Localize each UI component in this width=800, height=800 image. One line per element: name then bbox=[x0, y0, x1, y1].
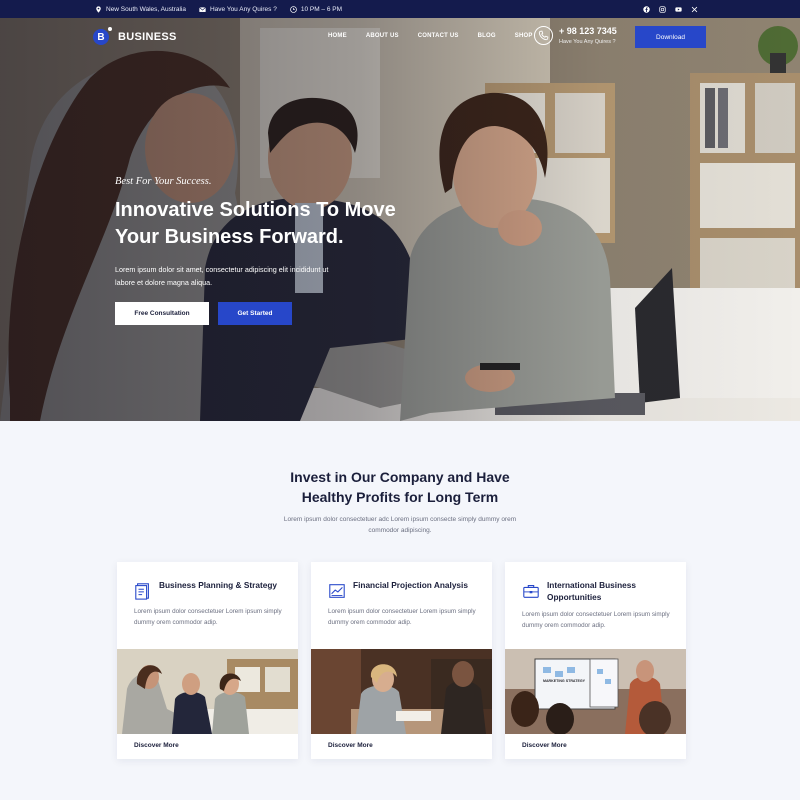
get-started-button[interactable]: Get Started bbox=[218, 302, 292, 325]
hero-title-line-1: Innovative Solutions To Move bbox=[115, 199, 396, 221]
facebook-icon[interactable] bbox=[643, 5, 650, 13]
hours-text: 10 PM – 6 PM bbox=[300, 5, 343, 13]
free-consultation-button[interactable]: Free Consultation bbox=[115, 302, 209, 325]
discover-more-link[interactable]: Discover More bbox=[328, 742, 373, 749]
hero-title: Innovative Solutions To Move Your Busine… bbox=[115, 197, 445, 251]
section-heading: Invest in Our Company and Have Healthy P… bbox=[0, 467, 800, 507]
phone-number: + 98 123 7345 bbox=[559, 26, 617, 36]
briefcase-icon bbox=[523, 585, 539, 598]
section-heading-line-1: Invest in Our Company and Have bbox=[290, 469, 510, 485]
document-icon bbox=[135, 583, 149, 600]
strategy-meeting-photo bbox=[505, 649, 686, 734]
x-icon[interactable] bbox=[691, 6, 698, 13]
section-description: Lorem ipsum dolor consectetuer adc Lorem… bbox=[283, 516, 517, 534]
menu-home[interactable]: HOME bbox=[328, 33, 347, 39]
location-text: New South Wales, Australia bbox=[106, 5, 186, 13]
phone-subtext: Have You Any Quires ? bbox=[559, 39, 616, 45]
location-info: New South Wales, Australia bbox=[95, 6, 186, 13]
brand-logo[interactable]: B BUSINESS bbox=[93, 27, 177, 45]
top-info-bar: New South Wales, Australia Have You Any … bbox=[0, 0, 800, 18]
phone-icon bbox=[534, 26, 553, 45]
service-card-financial: Financial Projection Analysis Lorem ipsu… bbox=[311, 562, 492, 759]
logo-text: BUSINESS bbox=[118, 31, 177, 43]
chart-icon bbox=[329, 584, 345, 598]
location-pin-icon bbox=[96, 5, 101, 13]
hero-title-line-2: Your Business Forward. bbox=[115, 226, 344, 248]
section-heading-line-2: Healthy Profits for Long Term bbox=[301, 489, 499, 505]
financial-meeting-photo bbox=[311, 649, 492, 734]
hero-description: Lorem ipsum dolor sit amet, consectetur … bbox=[115, 265, 329, 287]
discover-more-link[interactable]: Discover More bbox=[522, 742, 567, 749]
download-button[interactable]: Download bbox=[635, 26, 706, 48]
service-card-planning: Business Planning & Strategy Lorem ipsum… bbox=[117, 562, 298, 759]
clock-icon bbox=[290, 5, 297, 13]
email-info[interactable]: Have You Any Quires ? bbox=[199, 6, 277, 13]
card-title: Financial Projection Analysis bbox=[353, 580, 468, 590]
hero-section: B BUSINESS HOME ABOUT US CONTACT US BLOG… bbox=[0, 18, 800, 421]
hours-info: 10 PM – 6 PM bbox=[290, 6, 342, 13]
services-cards: Business Planning & Strategy Lorem ipsum… bbox=[117, 562, 686, 759]
card-title: International Business Opportunities bbox=[547, 580, 636, 602]
menu-shop[interactable]: SHOP bbox=[515, 33, 533, 39]
phone-contact[interactable]: + 98 123 7345 Have You Any Quires ? bbox=[534, 26, 617, 45]
meeting-photo bbox=[117, 649, 298, 734]
card-title: Business Planning & Strategy bbox=[159, 580, 278, 590]
logo-mark: B bbox=[93, 27, 112, 45]
menu-blog[interactable]: BLOG bbox=[478, 33, 496, 39]
email-text: Have You Any Quires ? bbox=[209, 5, 277, 13]
service-card-international: International Business Opportunities Lor… bbox=[505, 562, 686, 759]
main-menu: HOME ABOUT US CONTACT US BLOG SHOP bbox=[328, 33, 552, 39]
youtube-icon[interactable] bbox=[675, 6, 682, 13]
hero-content: Best For Your Success. Innovative Soluti… bbox=[115, 176, 445, 325]
menu-contact-us[interactable]: CONTACT US bbox=[418, 33, 459, 39]
discover-more-link[interactable]: Discover More bbox=[134, 742, 179, 749]
instagram-icon[interactable] bbox=[659, 5, 666, 13]
envelope-icon bbox=[199, 6, 206, 12]
social-links bbox=[643, 5, 698, 13]
card-description: Lorem ipsum dolor consectetuer Lorem ips… bbox=[134, 608, 282, 626]
card-description: Lorem ipsum dolor consectetuer Lorem ips… bbox=[522, 611, 670, 629]
main-navbar: B BUSINESS HOME ABOUT US CONTACT US BLOG… bbox=[0, 18, 800, 56]
menu-about-us[interactable]: ABOUT US bbox=[366, 33, 399, 39]
card-description: Lorem ipsum dolor consectetuer Lorem ips… bbox=[328, 608, 476, 626]
board-caption: MARKETING STRATEGY bbox=[542, 679, 586, 683]
hero-tagline: Best For Your Success. bbox=[115, 176, 212, 187]
